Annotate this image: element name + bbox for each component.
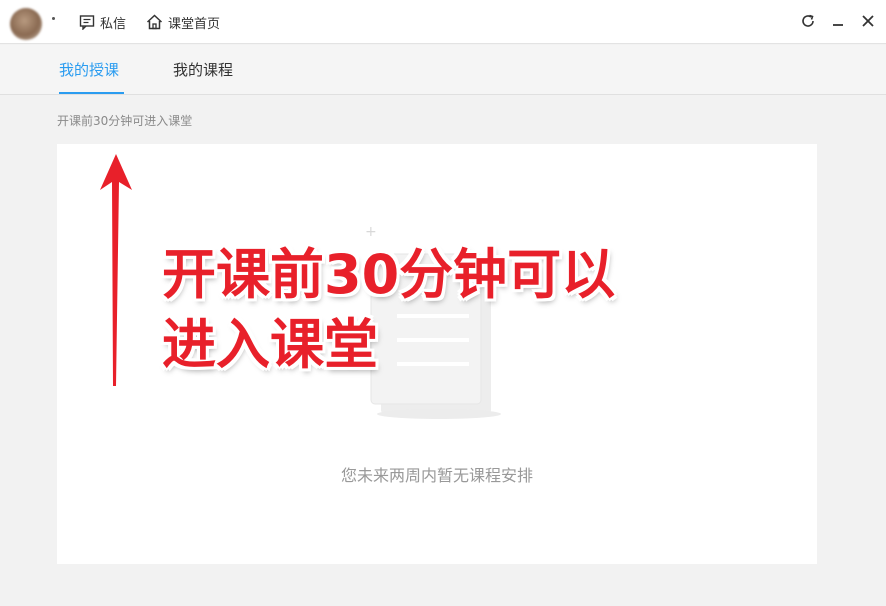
annotation-line-1: 开课前30分钟可以 [162,243,616,306]
course-home-link[interactable]: 课堂首页 [146,13,221,32]
close-button[interactable] [858,11,878,31]
avatar[interactable] [10,8,42,40]
course-home-label: 课堂首页 [168,16,221,32]
annotation-arrow-icon [100,154,132,386]
tab-bar: 我的授课 我的课程 [0,45,886,95]
svg-text:+: + [365,224,377,240]
annotation-overlay: 开课前30分钟可以 进入课堂 [162,240,722,380]
message-icon [79,15,95,30]
tab-my-courses[interactable]: 我的课程 [173,59,233,80]
home-icon [146,14,163,30]
refresh-button[interactable] [798,11,818,31]
messages-link[interactable]: 私信 [79,13,127,32]
refresh-icon [802,14,814,27]
annotation-line-2: 进入课堂 [162,313,378,376]
title-bar: 私信 课堂首页 [0,0,886,44]
minimize-icon [833,24,843,26]
minimize-button[interactable] [828,11,848,31]
avatar-menu-caret-icon[interactable] [52,17,55,20]
entry-hint-text: 开课前30分钟可进入课堂 [57,114,193,128]
close-icon [862,15,874,27]
tab-my-teaching[interactable]: 我的授课 [59,59,119,80]
messages-label: 私信 [100,16,127,32]
active-tab-indicator [59,92,124,94]
empty-state-message: 您未来两周内暂无课程安排 [340,466,533,485]
